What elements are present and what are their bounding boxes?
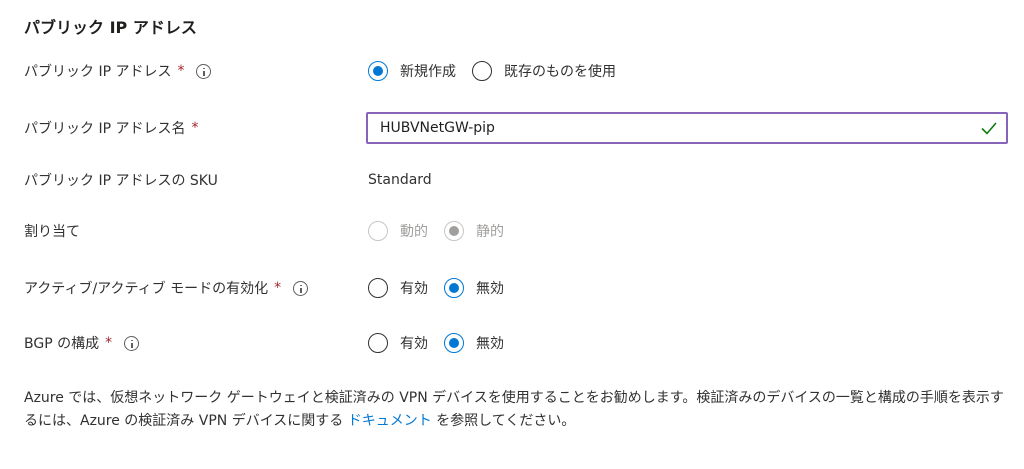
radio-label-static: 静的 — [476, 224, 504, 240]
public-ip-name-label: パブリック IP アドレス名 — [24, 121, 186, 137]
bgp-label: BGP の構成 — [24, 336, 100, 352]
radio-label-active-disabled: 無効 — [476, 281, 504, 297]
required-marker: * — [191, 120, 199, 136]
assignment-label-group: 割り当て — [24, 221, 80, 241]
radio-active-enabled[interactable] — [368, 278, 388, 298]
public-ip-name-label-group: パブリック IP アドレス名 * — [24, 118, 198, 138]
public-ip-sku-value: Standard — [368, 172, 432, 188]
public-ip-sku-row: パブリック IP アドレスの SKU Standard — [0, 162, 1024, 198]
radio-dynamic — [368, 221, 388, 241]
assignment-label: 割り当て — [24, 224, 80, 240]
bgp-radio-group: 有効 無効 — [368, 333, 520, 353]
description-text-end: を参照してください。 — [431, 413, 576, 429]
info-icon[interactable] — [124, 335, 140, 351]
active-active-label-group: アクティブ/アクティブ モードの有効化 * — [24, 278, 309, 298]
public-ip-radio-group: 新規作成 既存のものを使用 — [368, 61, 632, 81]
required-marker: * — [177, 63, 185, 79]
public-ip-name-row: パブリック IP アドレス名 * HUBVNetGW-pip — [0, 110, 1024, 146]
radio-bgp-enabled[interactable] — [368, 333, 388, 353]
info-icon[interactable] — [196, 63, 212, 79]
radio-create-new[interactable] — [368, 61, 388, 81]
radio-option-static: 静的 — [444, 221, 504, 241]
required-marker: * — [274, 280, 282, 296]
active-active-row: アクティブ/アクティブ モードの有効化 * 有効 無効 — [0, 270, 1024, 306]
public-ip-label-group: パブリック IP アドレス * — [24, 61, 212, 81]
vpn-device-description: Azure では、仮想ネットワーク ゲートウェイと検証済みの VPN デバイスを… — [24, 387, 1009, 433]
public-ip-label: パブリック IP アドレス — [24, 64, 172, 80]
radio-label-bgp-enabled: 有効 — [400, 336, 428, 352]
assignment-radio-group: 動的 静的 — [368, 221, 520, 241]
bgp-row: BGP の構成 * 有効 無効 — [0, 325, 1024, 361]
radio-option-bgp-enabled[interactable]: 有効 — [368, 333, 428, 353]
radio-option-dynamic: 動的 — [368, 221, 428, 241]
radio-option-active-enabled[interactable]: 有効 — [368, 278, 428, 298]
radio-bgp-disabled[interactable] — [444, 333, 464, 353]
radio-option-bgp-disabled[interactable]: 無効 — [444, 333, 504, 353]
radio-label-create-new: 新規作成 — [400, 64, 456, 80]
bgp-label-group: BGP の構成 * — [24, 333, 140, 353]
public-ip-name-input[interactable]: HUBVNetGW-pip — [366, 112, 1008, 144]
radio-label-dynamic: 動的 — [400, 224, 428, 240]
active-active-radio-group: 有効 無効 — [368, 278, 520, 298]
assignment-row: 割り当て 動的 静的 — [0, 213, 1024, 249]
radio-label-active-enabled: 有効 — [400, 281, 428, 297]
required-marker: * — [105, 335, 113, 351]
public-ip-row: パブリック IP アドレス * 新規作成 既存のものを使用 — [0, 53, 1024, 89]
public-ip-sku-label-group: パブリック IP アドレスの SKU — [24, 170, 218, 190]
public-ip-sku-label: パブリック IP アドレスの SKU — [24, 173, 218, 189]
radio-static — [444, 221, 464, 241]
radio-label-use-existing: 既存のものを使用 — [504, 64, 616, 80]
radio-label-bgp-disabled: 無効 — [476, 336, 504, 352]
radio-active-disabled[interactable] — [444, 278, 464, 298]
checkmark-icon — [981, 122, 997, 135]
radio-option-create-new[interactable]: 新規作成 — [368, 61, 456, 81]
radio-option-active-disabled[interactable]: 無効 — [444, 278, 504, 298]
section-title: パブリック IP アドレス — [24, 18, 197, 37]
info-icon[interactable] — [293, 280, 309, 296]
active-active-label: アクティブ/アクティブ モードの有効化 — [24, 281, 269, 297]
public-ip-name-value: HUBVNetGW-pip — [380, 120, 495, 136]
documentation-link[interactable]: ドキュメント — [348, 413, 432, 429]
radio-option-use-existing[interactable]: 既存のものを使用 — [472, 61, 616, 81]
radio-use-existing[interactable] — [472, 61, 492, 81]
